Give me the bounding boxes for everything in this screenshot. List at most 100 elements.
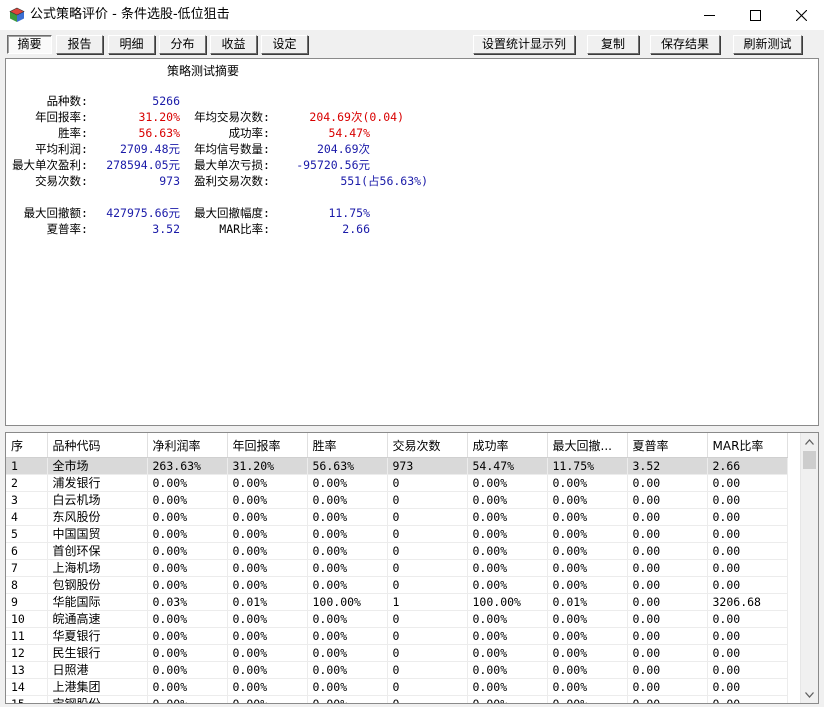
cell-index: 1 xyxy=(6,457,48,475)
column-header-win-rate[interactable]: 胜率 xyxy=(307,433,388,458)
cell-annual-return: 0.00% xyxy=(227,644,308,662)
tab-settings[interactable]: 设定 xyxy=(261,35,308,54)
cell-annual-return: 0.00% xyxy=(227,678,308,696)
cell-code: 华能国际 xyxy=(47,593,148,611)
cell-net-profit: 0.00% xyxy=(147,644,228,662)
cell-max-drawdown: 0.00% xyxy=(547,695,628,703)
column-header-max-drawdown[interactable]: 最大回撤... xyxy=(547,433,628,458)
cell-trade-count: 0 xyxy=(387,542,468,560)
max-drawdown-label: 最大回撤额: xyxy=(23,206,88,220)
cell-sharpe: 0.00 xyxy=(627,491,708,509)
tab-distribution[interactable]: 分布 xyxy=(159,35,206,54)
cell-code: 东风股份 xyxy=(47,508,148,526)
cell-max-drawdown: 0.00% xyxy=(547,542,628,560)
cell-success-rate: 0.00% xyxy=(467,576,548,594)
cell-trade-count: 1 xyxy=(387,593,468,611)
maximize-button[interactable] xyxy=(732,0,778,30)
table-row[interactable]: 1 全市场 263.63% 31.20% 56.63% 973 54.47% 11.75% 3.… xyxy=(6,457,788,475)
set-columns-button[interactable]: 设置统计显示列 xyxy=(473,35,575,54)
tab-summary[interactable]: 摘要 xyxy=(7,35,52,54)
cell-max-drawdown: 0.00% xyxy=(547,644,628,662)
results-grid: 序 品种代码 净利润率 年回报率 胜率 交易次数 成功率 最大回撤... 夏普率… xyxy=(5,432,819,704)
cell-trade-count: 0 xyxy=(387,610,468,628)
cell-win-rate: 0.00% xyxy=(307,576,388,594)
cell-index: 14 xyxy=(6,678,48,696)
tab-report[interactable]: 报告 xyxy=(56,35,103,54)
table-row[interactable]: 3 白云机场 0.00% 0.00% 0.00% 0 0.00% 0.00% 0.00 0.00 xyxy=(6,491,788,509)
cell-mar: 2.66 xyxy=(707,457,788,475)
close-icon xyxy=(795,9,807,21)
cell-trade-count: 0 xyxy=(387,627,468,645)
vertical-scrollbar[interactable] xyxy=(800,433,818,703)
annual-signals-value: 204.69次 xyxy=(316,142,370,156)
column-header-trade-count[interactable]: 交易次数 xyxy=(387,433,468,458)
chevron-up-icon xyxy=(805,438,814,445)
app-cube-icon xyxy=(9,7,25,22)
cell-max-drawdown: 0.00% xyxy=(547,627,628,645)
cell-max-drawdown: 0.01% xyxy=(547,593,628,611)
cell-success-rate: 0.00% xyxy=(467,627,548,645)
column-header-sharpe[interactable]: 夏普率 xyxy=(627,433,708,458)
cell-annual-return: 0.00% xyxy=(227,610,308,628)
cell-success-rate: 0.00% xyxy=(467,542,548,560)
scroll-down-button[interactable] xyxy=(801,686,818,703)
table-row[interactable]: 9 华能国际 0.03% 0.01% 100.00% 1 100.00% 0.01% 0.00 3… xyxy=(6,593,788,611)
table-row[interactable]: 12 民生银行 0.00% 0.00% 0.00% 0 0.00% 0.00% 0.00 0.00 xyxy=(6,644,788,662)
table-row[interactable]: 2 浦发银行 0.00% 0.00% 0.00% 0 0.00% 0.00% 0.00 0.00 xyxy=(6,474,788,492)
cell-net-profit: 0.00% xyxy=(147,474,228,492)
column-header-index[interactable]: 序 xyxy=(6,433,48,458)
cell-sharpe: 3.52 xyxy=(627,457,708,475)
cell-sharpe: 0.00 xyxy=(627,559,708,577)
cell-success-rate: 100.00% xyxy=(467,593,548,611)
table-row[interactable]: 13 日照港 0.00% 0.00% 0.00% 0 0.00% 0.00% 0.00 0.00 xyxy=(6,661,788,679)
save-results-button[interactable]: 保存结果 xyxy=(650,35,720,54)
cell-index: 6 xyxy=(6,542,48,560)
close-button[interactable] xyxy=(778,0,824,30)
tab-detail[interactable]: 明细 xyxy=(108,35,155,54)
table-row[interactable]: 15 宝钢股份 0.00% 0.00% 0.00% 0 0.00% 0.00% 0.00 0.00 xyxy=(6,695,788,703)
cell-win-rate: 0.00% xyxy=(307,610,388,628)
table-row[interactable]: 11 华夏银行 0.00% 0.00% 0.00% 0 0.00% 0.00% 0.00 0.00 xyxy=(6,627,788,645)
cell-sharpe: 0.00 xyxy=(627,593,708,611)
annual-trades-label: 年均交易次数: xyxy=(194,110,270,124)
profit-trades-value: 551(占56.63%) xyxy=(340,174,428,188)
column-header-success-rate[interactable]: 成功率 xyxy=(467,433,548,458)
cell-annual-return: 0.00% xyxy=(227,695,308,703)
column-header-annual-return[interactable]: 年回报率 xyxy=(227,433,308,458)
cell-net-profit: 0.00% xyxy=(147,491,228,509)
cell-trade-count: 973 xyxy=(387,457,468,475)
mar-ratio-label: MAR比率: xyxy=(219,222,270,236)
scroll-up-button[interactable] xyxy=(801,433,818,450)
cell-win-rate: 0.00% xyxy=(307,491,388,509)
column-header-mar[interactable]: MAR比率 xyxy=(707,433,788,458)
table-row[interactable]: 5 中国国贸 0.00% 0.00% 0.00% 0 0.00% 0.00% 0.00 0.00 xyxy=(6,525,788,543)
cell-index: 11 xyxy=(6,627,48,645)
cell-success-rate: 0.00% xyxy=(467,474,548,492)
cell-success-rate: 0.00% xyxy=(467,644,548,662)
table-row[interactable]: 10 皖通高速 0.00% 0.00% 0.00% 0 0.00% 0.00% 0.00 0.00 xyxy=(6,610,788,628)
cell-code: 皖通高速 xyxy=(47,610,148,628)
column-header-net-profit[interactable]: 净利润率 xyxy=(147,433,228,458)
tab-returns[interactable]: 收益 xyxy=(210,35,257,54)
table-row[interactable]: 8 包钢股份 0.00% 0.00% 0.00% 0 0.00% 0.00% 0.00 0.00 xyxy=(6,576,788,594)
cell-win-rate: 56.63% xyxy=(307,457,388,475)
maximize-icon xyxy=(749,9,761,21)
cell-trade-count: 0 xyxy=(387,695,468,703)
copy-button[interactable]: 复制 xyxy=(587,35,639,54)
cell-code: 中国国贸 xyxy=(47,525,148,543)
table-row[interactable]: 7 上海机场 0.00% 0.00% 0.00% 0 0.00% 0.00% 0.00 0.00 xyxy=(6,559,788,577)
cell-success-rate: 0.00% xyxy=(467,678,548,696)
table-row[interactable]: 4 东风股份 0.00% 0.00% 0.00% 0 0.00% 0.00% 0.00 0.00 xyxy=(6,508,788,526)
cell-win-rate: 0.00% xyxy=(307,627,388,645)
max-drawdown-value: 427975.66元 xyxy=(106,206,180,220)
table-row[interactable]: 6 首创环保 0.00% 0.00% 0.00% 0 0.00% 0.00% 0.00 0.00 xyxy=(6,542,788,560)
cell-net-profit: 0.00% xyxy=(147,627,228,645)
cell-trade-count: 0 xyxy=(387,474,468,492)
table-row[interactable]: 14 上港集团 0.00% 0.00% 0.00% 0 0.00% 0.00% 0.00 0.00 xyxy=(6,678,788,696)
scrollbar-thumb[interactable] xyxy=(803,451,816,469)
minimize-button[interactable] xyxy=(686,0,732,30)
cell-success-rate: 0.00% xyxy=(467,525,548,543)
cell-net-profit: 0.00% xyxy=(147,525,228,543)
column-header-code[interactable]: 品种代码 xyxy=(47,433,148,458)
refresh-test-button[interactable]: 刷新测试 xyxy=(733,35,802,54)
